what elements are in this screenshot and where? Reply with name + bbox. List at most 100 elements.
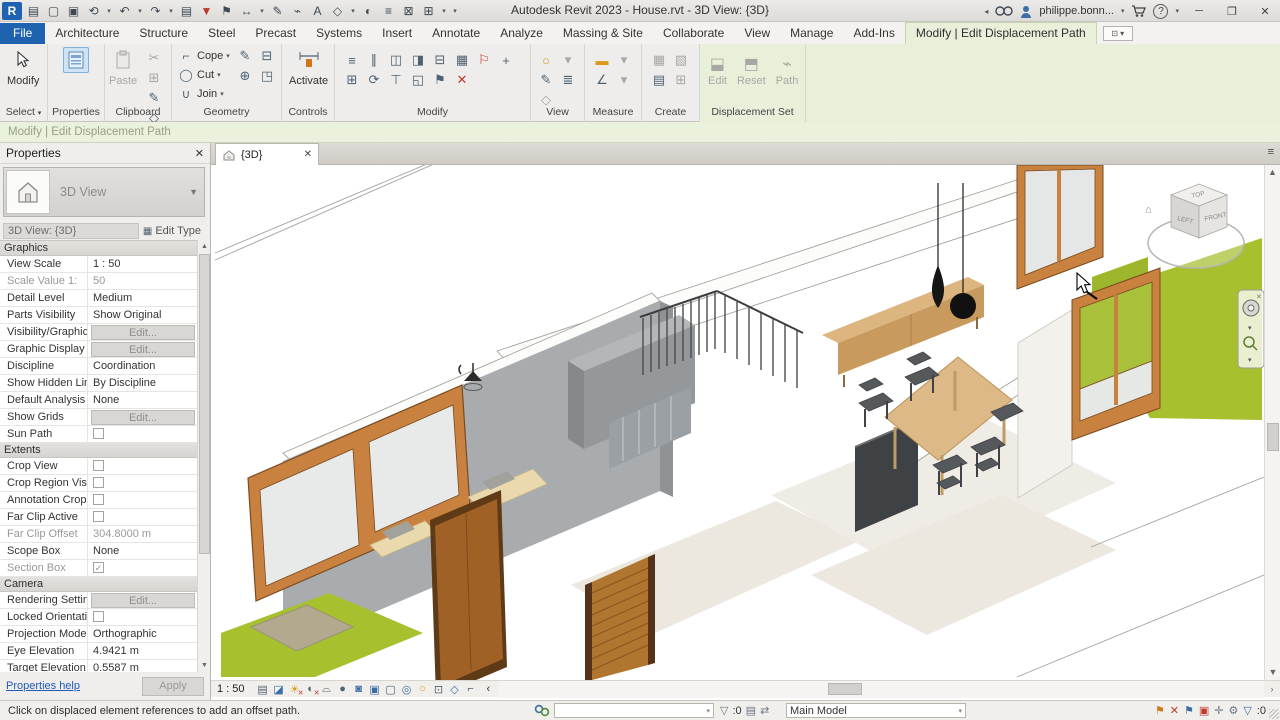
collapse-icon[interactable]: ‹ (487, 683, 491, 695)
create-parts-icon[interactable]: ▤ (648, 70, 670, 90)
tab-add-ins[interactable]: Add-Ins (843, 23, 904, 44)
panel-label-geometry[interactable]: Geometry (172, 106, 281, 121)
trim-extend-icon[interactable]: ⊤ (385, 70, 407, 90)
tab-analyze[interactable]: Analyze (490, 23, 553, 44)
measure-icon[interactable]: ▬ (591, 50, 613, 70)
move-icon[interactable]: + (495, 50, 517, 70)
copy-icon[interactable]: ⊞ (341, 70, 363, 90)
reveal-constraints-icon[interactable]: ⌐ (463, 682, 479, 697)
horizontal-scrollbar[interactable] (498, 681, 1264, 698)
measure-caret-icon[interactable]: ▾ (613, 50, 635, 70)
select-by-face-icon[interactable]: ▣ (1199, 704, 1209, 717)
property-value[interactable] (88, 458, 198, 474)
wall-joins-icon[interactable]: ◳ (256, 66, 278, 86)
sync-caret-icon[interactable]: ▾ (105, 2, 113, 20)
app-menu-icon[interactable]: R (2, 2, 22, 20)
model-line-icon[interactable]: ⌁ (289, 2, 306, 20)
store-cart-icon[interactable] (1131, 5, 1146, 17)
sync-with-central-icon[interactable]: ⟲ (85, 2, 102, 20)
crop-region-visibility-icon[interactable]: ▢ (383, 682, 399, 697)
close-hidden-icon[interactable]: ⊠ (400, 2, 417, 20)
property-value[interactable]: Edit... (91, 342, 195, 357)
panel-label-create[interactable]: Create (642, 106, 699, 121)
checkbox-unchecked[interactable] (93, 477, 104, 488)
property-value[interactable]: 304.8000 m (88, 526, 198, 542)
property-value[interactable]: 4.9421 m (88, 643, 198, 659)
detail-level-icon[interactable]: ▤ (255, 682, 271, 697)
link-icon[interactable]: ⇄ (760, 704, 769, 717)
pin-icon[interactable]: ⚑ (429, 70, 451, 90)
scroll-down-icon[interactable]: ▼ (1265, 665, 1280, 680)
property-value[interactable] (88, 509, 198, 525)
resize-grip[interactable] (1269, 709, 1279, 719)
mirror-pick-axis-icon[interactable]: ◫ (385, 50, 407, 70)
aligned-dimension-icon[interactable]: ∠ (591, 70, 613, 90)
offset-icon[interactable]: ∥ (363, 50, 385, 70)
property-value[interactable]: Coordination (88, 358, 198, 374)
view-cube[interactable]: ⌂ TOP LEFT FRONT (1145, 184, 1244, 268)
tab-steel[interactable]: Steel (198, 23, 245, 44)
scrollbar-thumb[interactable] (199, 254, 210, 554)
scrollbar-thumb[interactable] (828, 683, 862, 695)
apply-button[interactable]: Apply (142, 677, 204, 696)
property-value[interactable] (88, 492, 198, 508)
vertical-scrollbar[interactable]: ▲ ▼ (1264, 165, 1280, 680)
signed-in-user[interactable]: philippe.bonn... (1039, 5, 1114, 17)
checkbox-unchecked[interactable] (93, 611, 104, 622)
drawing-area[interactable]: ⌂ TOP LEFT FRONT ▾ ▾ ✕ (211, 165, 1264, 680)
checkbox-unchecked[interactable] (93, 428, 104, 439)
property-value[interactable]: 50 (88, 273, 198, 289)
panel-label-controls[interactable]: Controls (282, 106, 334, 121)
viewcube-home-icon[interactable]: ⌂ (1145, 204, 1152, 216)
property-value[interactable]: 1 : 50 (88, 256, 198, 272)
unpin-icon[interactable]: ⚐ (473, 50, 495, 70)
align-icon[interactable]: ≡ (341, 50, 363, 70)
activate-button[interactable]: Activate (289, 47, 328, 87)
view-tab-3d[interactable]: {3D} ✕ (215, 143, 319, 165)
close-icon[interactable]: ✕ (195, 147, 204, 160)
panel-display-options[interactable]: ⊡ ▾ (1103, 26, 1133, 41)
checkbox-unchecked[interactable] (93, 511, 104, 522)
redo-caret-icon[interactable]: ▾ (167, 2, 175, 20)
view-scale-button[interactable]: 1 : 50 (217, 683, 245, 695)
property-value[interactable] (88, 426, 198, 442)
section-icon[interactable]: ◐ (360, 2, 377, 20)
instance-name[interactable]: 3D View: {3D} (3, 223, 139, 239)
switch-windows-icon[interactable]: ⊞ (420, 2, 437, 20)
tab-annotate[interactable]: Annotate (422, 23, 490, 44)
minimize-button[interactable]: ─ (1186, 1, 1212, 21)
properties-button[interactable] (63, 47, 89, 73)
customize-qat-icon[interactable]: ▾ (451, 2, 459, 20)
displacement-edit-button[interactable]: ⬓Edit (708, 54, 727, 87)
dimension-caret-icon[interactable]: ▾ (258, 2, 266, 20)
tab-precast[interactable]: Precast (245, 23, 306, 44)
checkbox-unchecked[interactable] (93, 494, 104, 505)
property-value[interactable]: 0.5587 m (88, 660, 198, 672)
displacement-sets-icon[interactable]: ◇ (447, 682, 463, 697)
property-value[interactable] (88, 609, 198, 625)
help-caret-icon[interactable]: ▾ (1175, 7, 1179, 15)
design-options-dropdown[interactable]: Main Model ▾ (786, 703, 966, 718)
reveal-hidden-icon[interactable]: ○ (535, 50, 557, 70)
properties-header[interactable]: Properties ✕ (0, 143, 210, 164)
undo-icon[interactable]: ↶ (116, 2, 133, 20)
restore-button[interactable]: ❐ (1219, 1, 1245, 21)
right-window[interactable] (1072, 268, 1160, 440)
tab-modify-edit-displacement-path[interactable]: Modify | Edit Displacement Path (905, 22, 1097, 44)
aligned-dimension-icon[interactable]: ↔ (238, 2, 255, 20)
tab-massing-site[interactable]: Massing & Site (553, 23, 653, 44)
tab-file[interactable]: File (0, 23, 45, 44)
displacement-path-button[interactable]: ⌁Path (776, 54, 799, 87)
properties-scrollbar[interactable]: ▲ ▼ (197, 240, 210, 672)
property-value[interactable]: None (88, 392, 198, 408)
tab-structure[interactable]: Structure (129, 23, 198, 44)
render-icon[interactable]: ● (335, 682, 351, 697)
switch-caret-icon[interactable]: ▾ (440, 2, 448, 20)
property-value[interactable]: Edit... (91, 410, 195, 425)
properties-help-link[interactable]: Properties help (6, 680, 80, 692)
scroll-right-icon[interactable]: › (1264, 681, 1280, 697)
view-tab-list-icon[interactable]: ≡ (1268, 146, 1274, 158)
split-icon[interactable]: ⊟ (429, 50, 451, 70)
filter-icon[interactable]: ▽ (1243, 704, 1251, 717)
navbar-caret2-icon[interactable]: ▾ (1248, 357, 1252, 364)
